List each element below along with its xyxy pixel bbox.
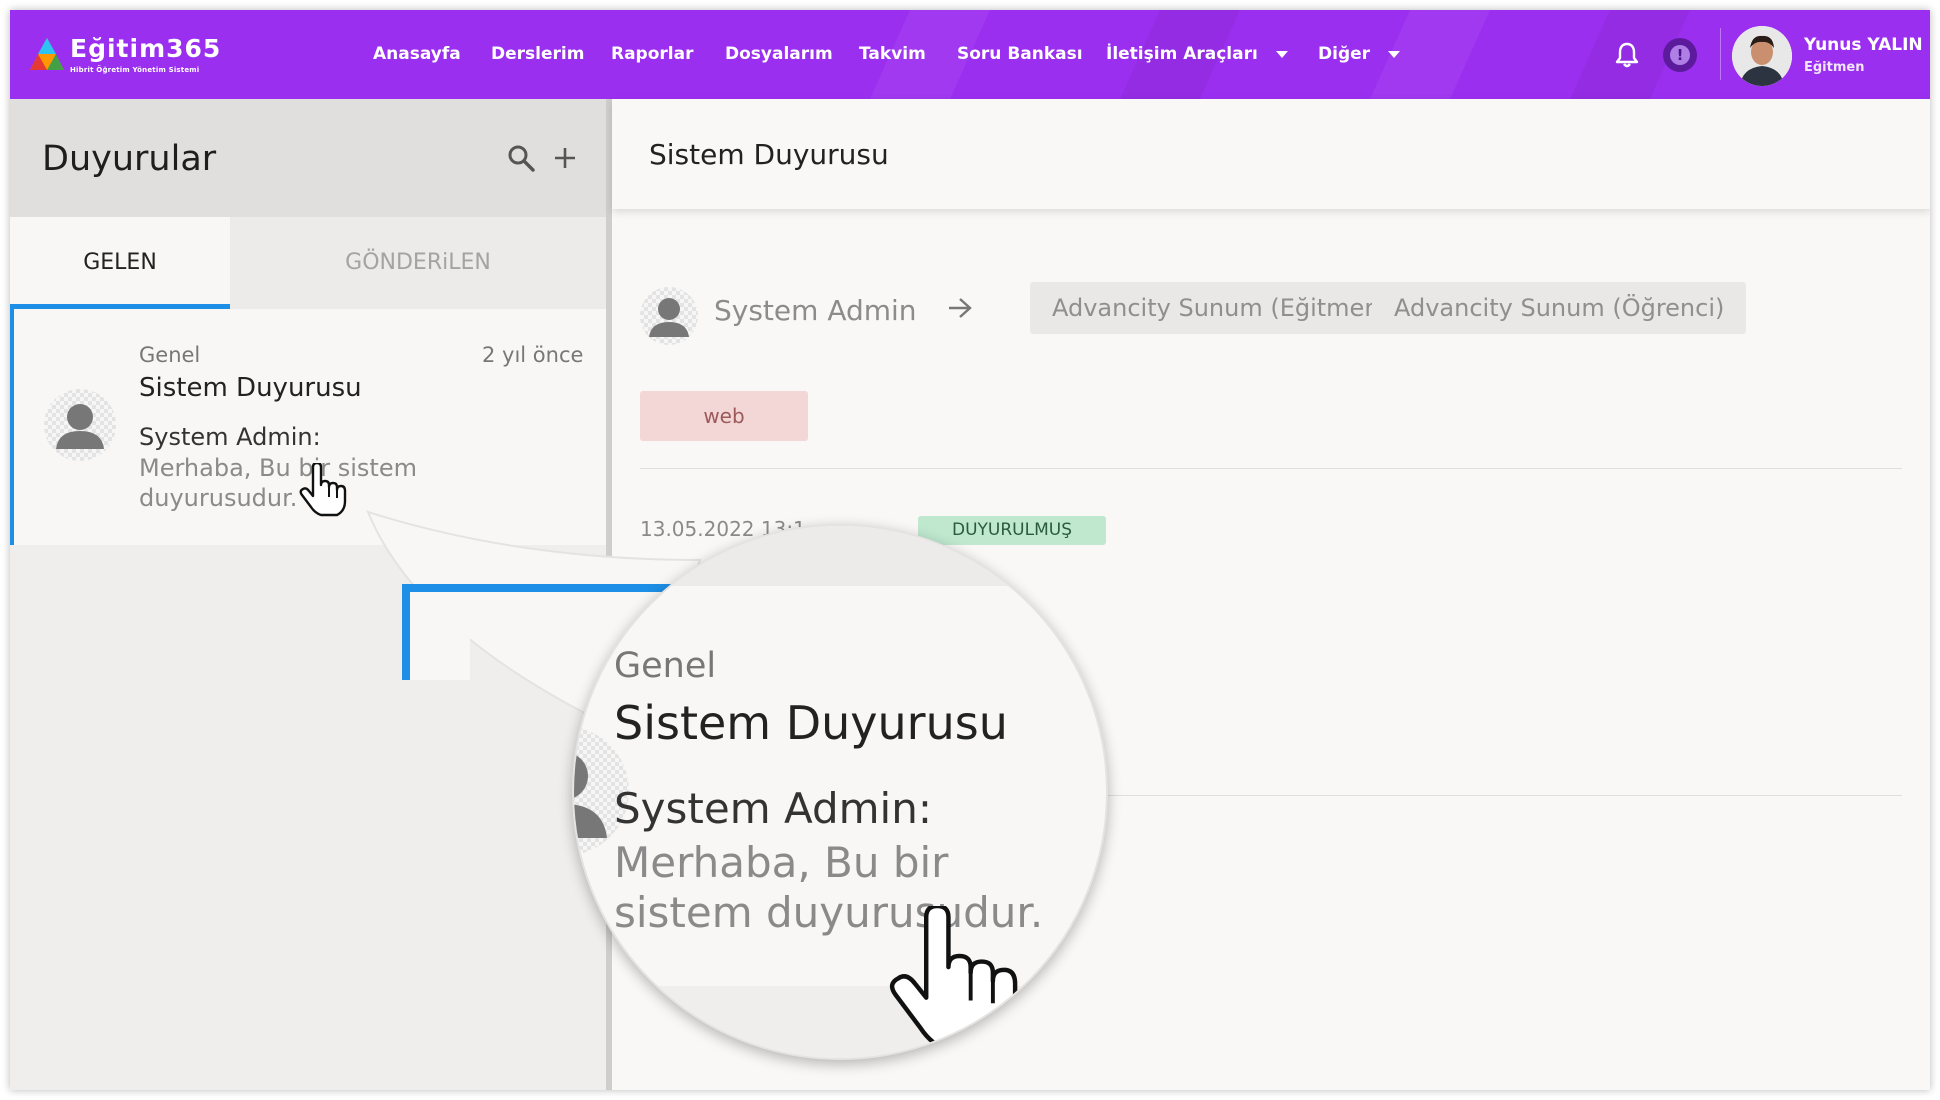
user-icon xyxy=(640,287,698,345)
nav-takvim[interactable]: Takvim xyxy=(859,44,926,64)
alert-icon[interactable]: ! xyxy=(1663,38,1697,72)
inbox-tabs: GELEN GÖNDERiLEN xyxy=(10,217,606,309)
user-name[interactable]: Yunus YALIN xyxy=(1804,35,1923,55)
zoom-title: Sistem Duyurusu xyxy=(614,696,1008,750)
nav-raporlar[interactable]: Raporlar xyxy=(611,44,693,64)
announcement-title: Sistem Duyurusu xyxy=(139,373,362,403)
announcement-list-item[interactable]: Genel 2 yıl önce Sistem Duyurusu System … xyxy=(10,309,606,545)
top-navigation-bar: Eğitim365 Hibrit Öğretim Yönetim Sistemi… xyxy=(10,10,1930,99)
user-icon xyxy=(44,389,116,461)
recipient-chip[interactable]: Advancity Sunum (Eğitmen) xyxy=(1030,282,1411,334)
alert-symbol: ! xyxy=(1670,45,1690,65)
announcement-sender: System Admin: xyxy=(139,423,321,451)
brand-subtitle: Hibrit Öğretim Yönetim Sistemi xyxy=(70,66,200,74)
nav-diger-label: Diğer xyxy=(1318,44,1371,64)
recipient-chip[interactable]: Advancity Sunum (Öğrenci) xyxy=(1372,282,1747,334)
chevron-down-icon xyxy=(1388,50,1401,58)
bell-icon[interactable] xyxy=(1615,42,1639,68)
zoom-magnifier: Genel Sistem Duyurusu System Admin: Merh… xyxy=(572,524,1108,1060)
nav-iletisim-araclari[interactable]: İletişim Araçları xyxy=(1106,44,1288,64)
user-avatar[interactable] xyxy=(1732,26,1792,86)
brand-name[interactable]: Eğitim365 xyxy=(70,34,221,63)
nav-derslerim[interactable]: Derslerim xyxy=(491,44,584,64)
zoom-category: Genel xyxy=(614,646,717,686)
nav-anasayfa[interactable]: Anasayfa xyxy=(373,44,461,64)
hand-pointer-icon xyxy=(889,906,1018,1053)
tab-gelen[interactable]: GELEN xyxy=(10,217,230,309)
zoom-sender: System Admin: xyxy=(614,784,932,833)
announcement-time: 2 yıl önce xyxy=(482,343,584,367)
user-photo xyxy=(1732,26,1792,86)
zoom-top-strip xyxy=(574,526,1106,586)
hand-pointer-icon xyxy=(299,463,347,517)
page-title: Duyurular xyxy=(42,139,217,179)
zoom-bottom-strip xyxy=(574,986,1106,1058)
divider xyxy=(640,468,1902,469)
announcements-list-panel: Duyurular GELEN GÖNDERiLEN Genel 2 yıl ö… xyxy=(10,99,606,1090)
chevron-down-icon xyxy=(1275,50,1288,58)
channel-tag: web xyxy=(640,391,808,441)
header-divider xyxy=(1720,28,1721,80)
announcement-preview: Merhaba, Bu bir sistem duyurusudur. xyxy=(139,454,417,512)
user-role: Eğitmen xyxy=(1804,60,1865,75)
detail-header: Sistem Duyurusu xyxy=(612,99,1930,209)
list-header: Duyurular xyxy=(10,99,606,217)
announcement-category: Genel xyxy=(139,343,201,367)
nav-dosyalarim[interactable]: Dosyalarım xyxy=(725,44,833,64)
search-icon[interactable] xyxy=(507,144,535,172)
arrow-right-icon xyxy=(949,298,972,318)
nav-soru-bankasi[interactable]: Soru Bankası xyxy=(957,44,1083,64)
logo-icon xyxy=(30,38,64,70)
plus-icon[interactable] xyxy=(553,146,577,170)
sender-name: System Admin xyxy=(714,294,917,327)
tab-gonderilen[interactable]: GÖNDERiLEN xyxy=(230,217,606,309)
detail-title: Sistem Duyurusu xyxy=(649,138,889,171)
nav-iletisim-label: İletişim Araçları xyxy=(1106,44,1258,64)
nav-diger[interactable]: Diğer xyxy=(1318,44,1401,64)
